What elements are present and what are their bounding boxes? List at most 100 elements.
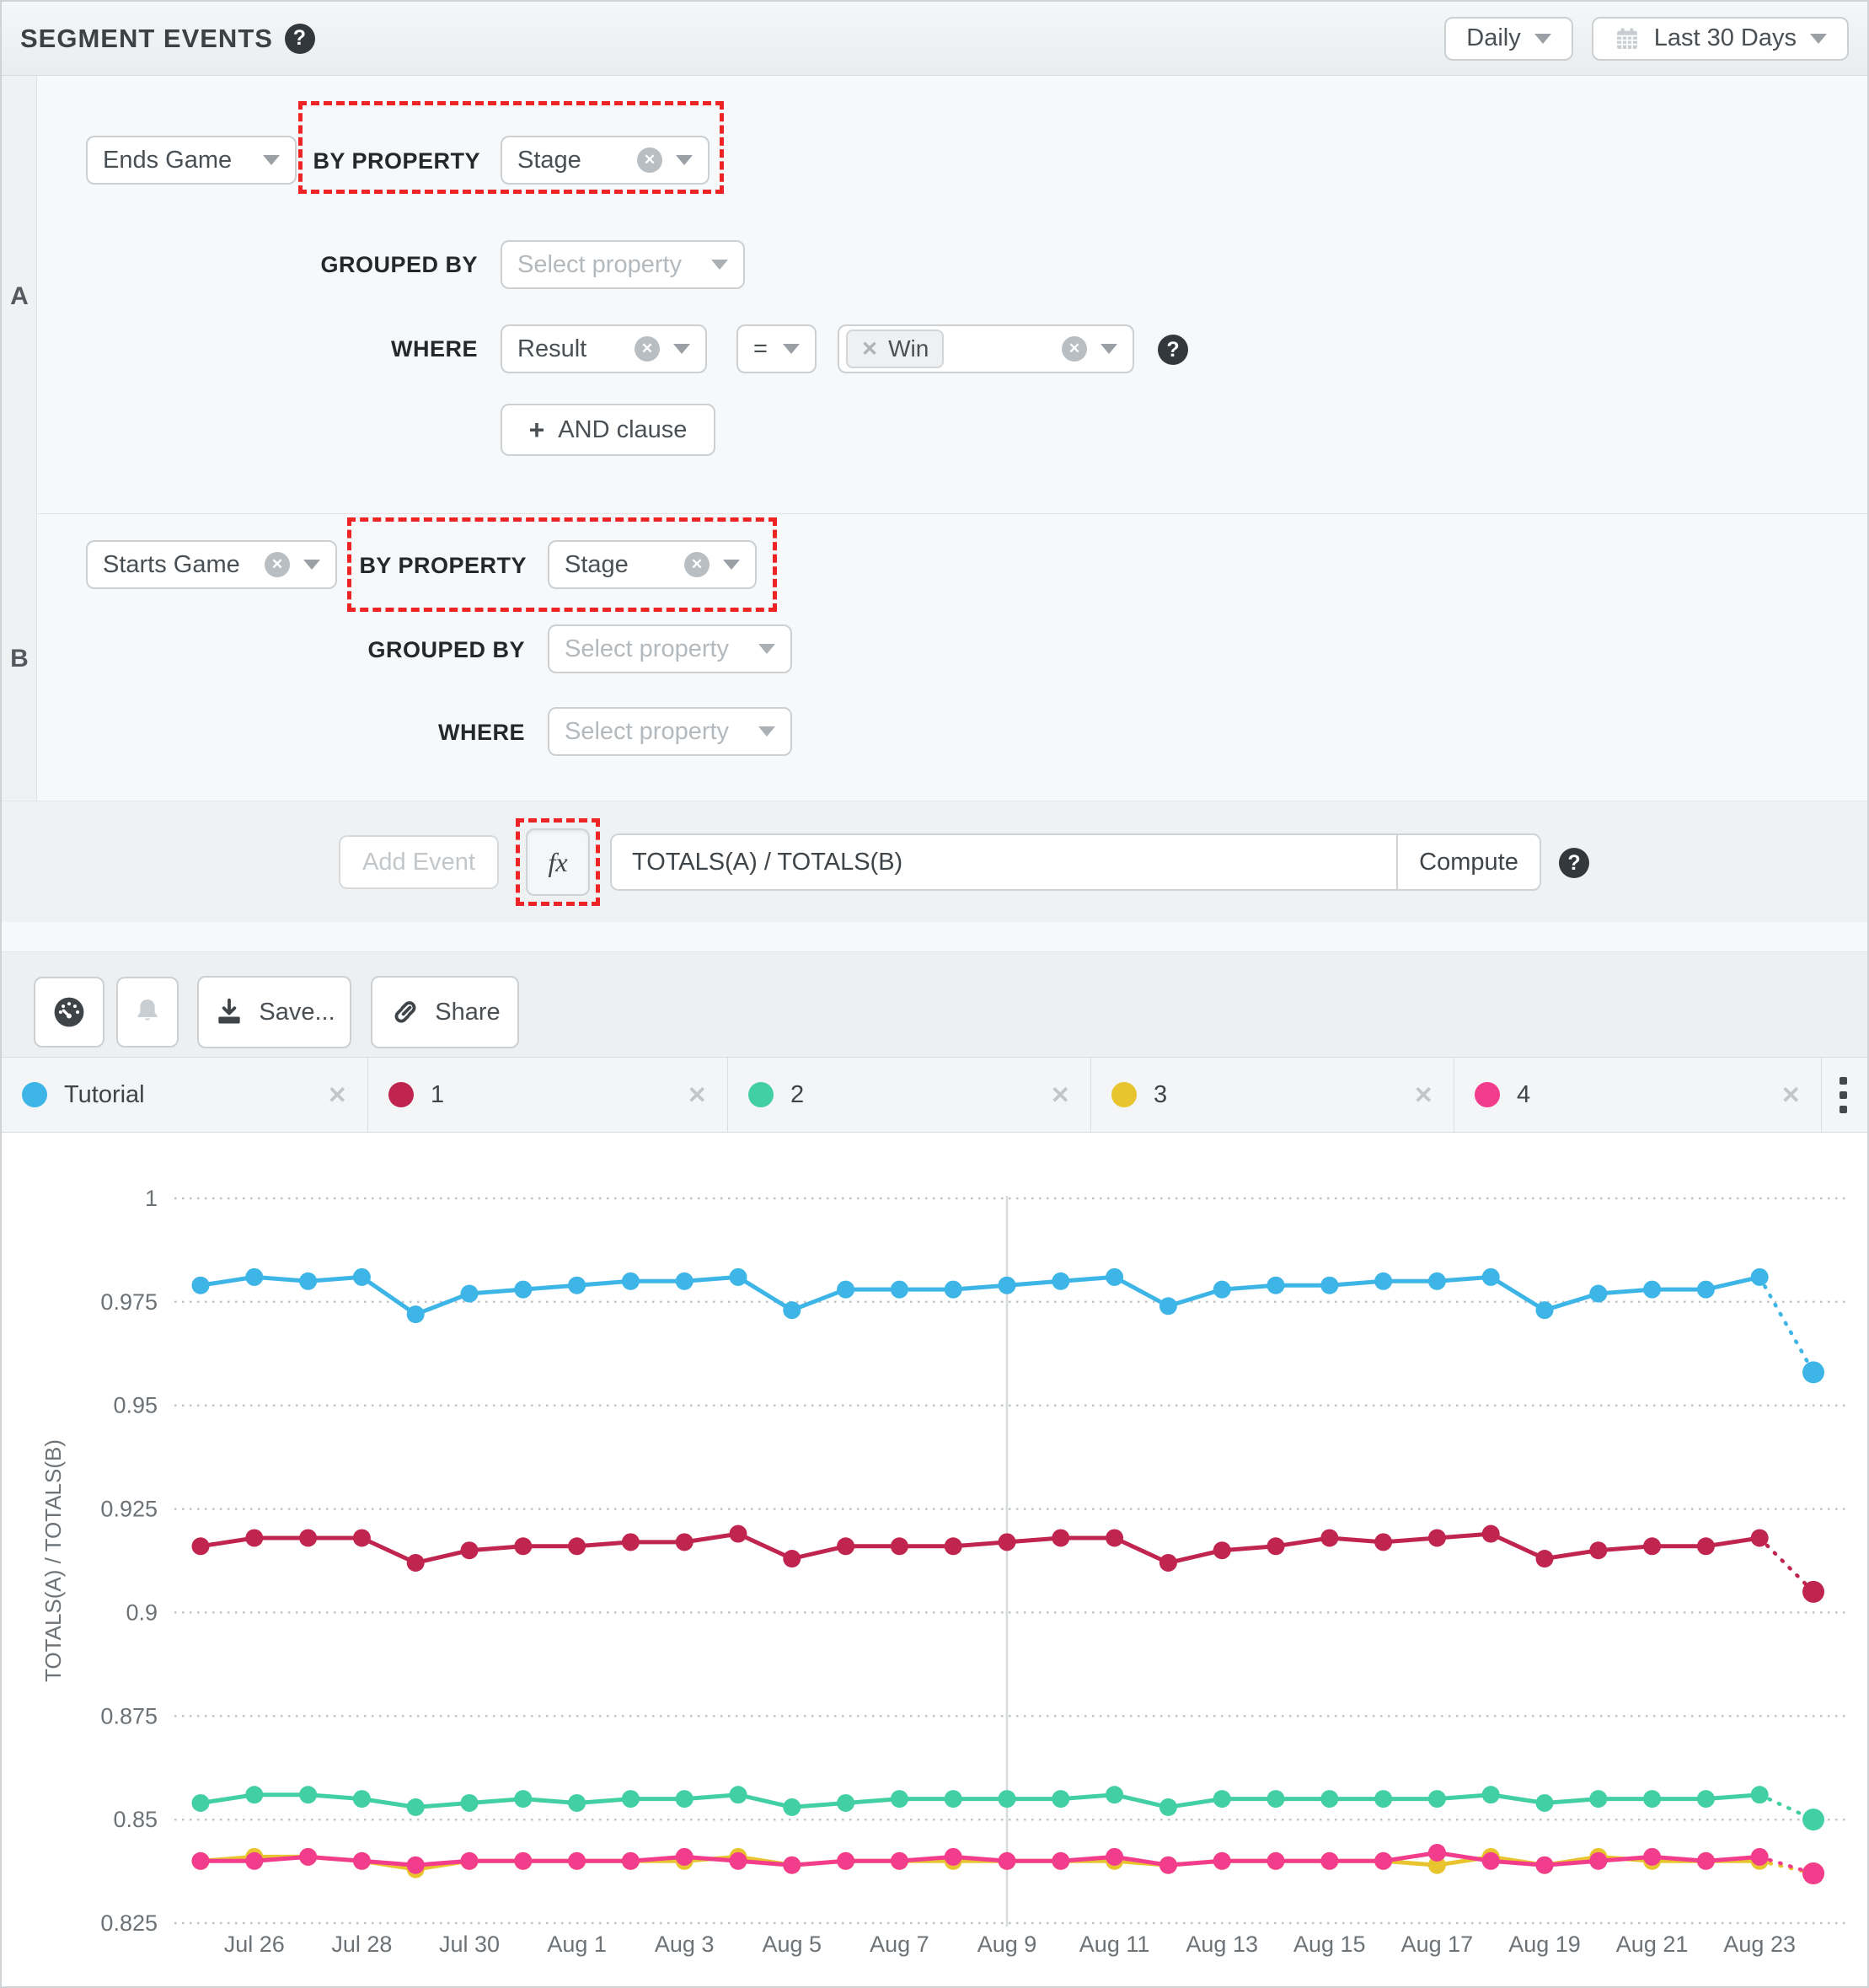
legend-tab-label: 2 — [790, 1081, 804, 1109]
share-button[interactable]: Share — [371, 976, 519, 1048]
grouped-by-b-label: GROUPED BY — [356, 637, 525, 663]
close-icon[interactable]: ✕ — [328, 1081, 347, 1109]
where-help-icon[interactable]: ? — [1158, 335, 1188, 365]
by-property-b-value: Stage — [565, 551, 671, 579]
date-range-value: Last 30 Days — [1654, 24, 1797, 52]
chevron-down-icon — [676, 155, 693, 165]
add-and-clause-button[interactable]: + AND clause — [501, 404, 715, 456]
by-property-a-dropdown[interactable]: Stage ✕ — [501, 136, 710, 185]
close-icon[interactable]: ✕ — [1781, 1081, 1801, 1109]
where-a-property-value: Result — [517, 335, 621, 363]
legend-tab-3[interactable]: 3 ✕ — [1091, 1058, 1454, 1132]
header-controls: Daily Last 30 Days — [1444, 17, 1849, 61]
fx-label: fx — [548, 847, 567, 878]
formula-input-wrap — [610, 833, 1396, 891]
legend-tab-label: 4 — [1517, 1081, 1530, 1109]
clear-icon[interactable]: ✕ — [1062, 336, 1087, 362]
where-a-operator-dropdown[interactable]: = — [736, 324, 817, 373]
event-a-value: Ends Game — [103, 147, 249, 174]
dashboard-button[interactable] — [34, 977, 104, 1048]
chevron-down-icon — [673, 344, 690, 354]
svg-text:0.85: 0.85 — [113, 1807, 158, 1832]
clear-icon[interactable]: ✕ — [635, 336, 660, 362]
row-a-label: A — [2, 282, 37, 311]
event-a-dropdown[interactable]: Ends Game — [86, 136, 297, 185]
close-icon[interactable]: ✕ — [1051, 1081, 1070, 1109]
where-a-value-dropdown[interactable]: ✕ Win ✕ — [838, 324, 1134, 373]
formula-help-icon[interactable]: ? — [1559, 848, 1589, 878]
line-chart-svg[interactable]: 10.9750.950.9250.90.8750.850.825TOTALS(A… — [2, 1133, 1869, 1988]
by-property-b-label: BY PROPERTY — [358, 553, 527, 579]
clear-icon[interactable]: ✕ — [684, 552, 710, 577]
section-divider — [37, 513, 1867, 514]
where-a-property-dropdown[interactable]: Result ✕ — [501, 324, 707, 373]
svg-text:Aug 13: Aug 13 — [1186, 1932, 1258, 1957]
where-b-dropdown[interactable]: Select property — [548, 707, 792, 756]
chevron-down-icon — [303, 560, 320, 570]
svg-text:Aug 15: Aug 15 — [1293, 1932, 1366, 1957]
svg-text:0.925: 0.925 — [100, 1497, 158, 1522]
event-b-dropdown[interactable]: Starts Game ✕ — [86, 540, 337, 589]
legend-tab-1[interactable]: 1 ✕ — [368, 1058, 728, 1132]
segment-events-page: SEGMENT EVENTS ? Daily Last 30 Days A B — [0, 0, 1869, 1988]
grouped-by-b-placeholder: Select property — [565, 635, 745, 663]
legend-tab-tutorial[interactable]: Tutorial ✕ — [2, 1058, 368, 1132]
clear-icon[interactable]: ✕ — [265, 552, 290, 577]
svg-text:TOTALS(A) / TOTALS(B): TOTALS(A) / TOTALS(B) — [40, 1439, 66, 1682]
query-builder: A B Ends Game BY PROPERTY Stage ✕ GROUPE… — [2, 76, 1867, 801]
page-title-text: SEGMENT EVENTS — [20, 24, 273, 54]
save-button[interactable]: Save... — [197, 976, 351, 1048]
download-icon — [213, 996, 245, 1028]
row-b-label: B — [2, 645, 37, 673]
svg-text:0.9: 0.9 — [126, 1600, 158, 1625]
chevron-down-icon — [758, 644, 775, 654]
series-color-dot — [388, 1082, 414, 1107]
svg-text:Aug 21: Aug 21 — [1616, 1932, 1689, 1957]
section-gap — [2, 922, 1867, 952]
chevron-down-icon — [783, 344, 800, 354]
legend-overflow-menu[interactable] — [1818, 1058, 1867, 1132]
by-property-b-dropdown[interactable]: Stage ✕ — [548, 540, 757, 589]
compute-button[interactable]: Compute — [1396, 833, 1541, 891]
chevron-down-icon — [1101, 344, 1117, 354]
svg-text:0.95: 0.95 — [113, 1393, 158, 1418]
calendar-icon — [1614, 25, 1641, 52]
add-event-label: Add Event — [362, 849, 475, 876]
svg-text:0.975: 0.975 — [100, 1289, 158, 1315]
formula-fx-button[interactable]: fx — [526, 828, 590, 896]
clear-icon[interactable]: ✕ — [637, 147, 662, 173]
svg-text:Aug 9: Aug 9 — [977, 1932, 1037, 1957]
svg-text:0.875: 0.875 — [100, 1703, 158, 1728]
chart-toolbar: Save... Share — [2, 952, 1867, 1057]
grouped-by-a-dropdown[interactable]: Select property — [501, 240, 745, 289]
header-bar: SEGMENT EVENTS ? Daily Last 30 Days — [2, 2, 1867, 76]
legend-tab-2[interactable]: 2 ✕ — [728, 1058, 1091, 1132]
by-property-a-value: Stage — [517, 147, 624, 174]
svg-text:Aug 3: Aug 3 — [655, 1932, 715, 1957]
granularity-dropdown[interactable]: Daily — [1444, 17, 1572, 61]
close-icon[interactable]: ✕ — [1414, 1081, 1433, 1109]
formula-input[interactable] — [610, 833, 1396, 891]
grouped-by-b-dropdown[interactable]: Select property — [548, 624, 792, 673]
svg-text:Aug 7: Aug 7 — [870, 1932, 929, 1957]
and-clause-label: AND clause — [558, 416, 687, 444]
svg-text:Aug 17: Aug 17 — [1401, 1932, 1474, 1957]
where-a-label: WHERE — [309, 336, 478, 362]
grouped-by-a-label: GROUPED BY — [309, 252, 478, 278]
help-icon[interactable]: ? — [285, 24, 315, 54]
where-a-value-chip[interactable]: ✕ Win — [846, 330, 944, 368]
legend-tab-4[interactable]: 4 ✕ — [1454, 1058, 1822, 1132]
svg-text:Aug 19: Aug 19 — [1508, 1932, 1581, 1957]
svg-text:Jul 30: Jul 30 — [439, 1932, 500, 1957]
line-chart[interactable]: 10.9750.950.9250.90.8750.850.825TOTALS(A… — [2, 1133, 1869, 1988]
svg-text:Jul 26: Jul 26 — [224, 1932, 285, 1957]
remove-value-icon[interactable]: ✕ — [861, 337, 878, 362]
add-event-button[interactable]: Add Event — [339, 835, 499, 889]
date-range-dropdown[interactable]: Last 30 Days — [1592, 17, 1849, 61]
chevron-down-icon — [723, 560, 740, 570]
chevron-down-icon — [758, 726, 775, 737]
close-icon[interactable]: ✕ — [688, 1081, 707, 1109]
alert-button[interactable] — [116, 977, 179, 1048]
share-label: Share — [435, 999, 500, 1026]
series-color-dot — [1475, 1082, 1500, 1107]
